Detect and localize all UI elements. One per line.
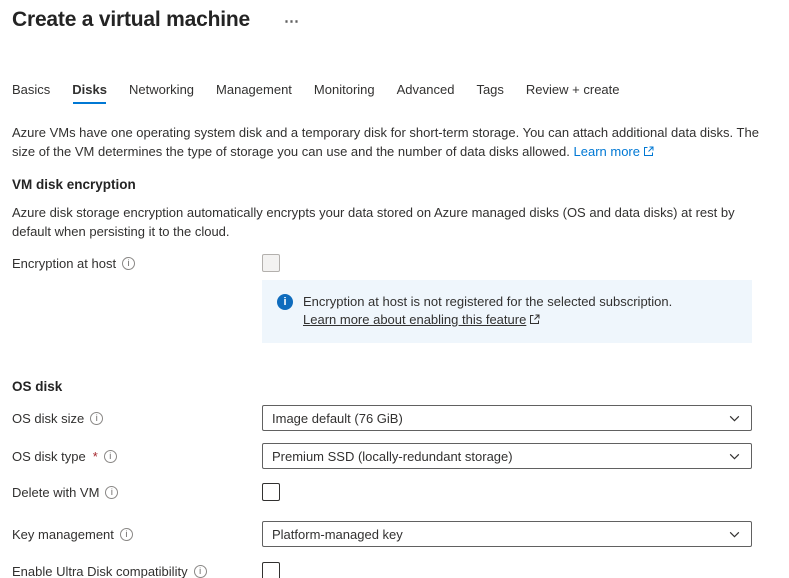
tab-management[interactable]: Management [216, 82, 292, 104]
os-disk-type-control: Premium SSD (locally-redundant storage) [262, 443, 752, 469]
disks-intro-text: Azure VMs have one operating system disk… [12, 123, 764, 161]
encryption-at-host-checkbox[interactable] [262, 254, 280, 272]
vm-disk-encryption-heading: VM disk encryption [12, 177, 789, 192]
key-management-value: Platform-managed key [272, 527, 403, 542]
ultra-disk-label: Enable Ultra Disk compatibility [12, 564, 188, 578]
external-link-icon [643, 146, 654, 157]
key-management-label: Key management [12, 527, 114, 542]
os-disk-rows: OS disk size i Image default (76 GiB) OS… [12, 405, 789, 578]
info-tooltip-icon[interactable]: i [105, 486, 118, 499]
os-disk-size-control: Image default (76 GiB) [262, 405, 752, 431]
tab-monitoring[interactable]: Monitoring [314, 82, 375, 104]
info-filled-icon: i [277, 294, 293, 310]
os-disk-size-row: OS disk size i Image default (76 GiB) [12, 405, 789, 431]
delete-with-vm-label: Delete with VM [12, 485, 99, 500]
tab-networking[interactable]: Networking [129, 82, 194, 104]
required-asterisk: * [93, 449, 98, 464]
os-disk-type-label: OS disk type [12, 449, 86, 464]
tab-tags[interactable]: Tags [476, 82, 503, 104]
chevron-down-icon [728, 450, 741, 463]
disks-form: Encryption at host i i Encryption at hos… [12, 254, 789, 578]
chevron-down-icon [728, 412, 741, 425]
info-tooltip-icon[interactable]: i [120, 528, 133, 541]
tab-basics[interactable]: Basics [12, 82, 50, 104]
ultra-disk-row: Enable Ultra Disk compatibility i [12, 562, 789, 578]
learn-more-link[interactable]: Learn more [574, 144, 654, 159]
encryption-at-host-row: Encryption at host i [12, 254, 789, 272]
os-disk-type-row: OS disk type * i Premium SSD (locally-re… [12, 443, 789, 469]
os-disk-size-dropdown[interactable]: Image default (76 GiB) [262, 405, 752, 431]
create-vm-page: Create a virtual machine ⋯ Basics Disks … [0, 0, 789, 578]
encryption-info-box: i Encryption at host is not registered f… [262, 280, 752, 343]
delete-with-vm-row: Delete with VM i [12, 483, 789, 501]
delete-with-vm-control [262, 483, 752, 501]
more-actions-button[interactable]: ⋯ [282, 12, 301, 29]
info-box-learn-more-link[interactable]: Learn more about enabling this feature [303, 312, 526, 327]
key-management-label-group: Key management i [12, 527, 262, 542]
info-tooltip-icon[interactable]: i [104, 450, 117, 463]
info-box-message: Encryption at host is not registered for… [303, 294, 672, 309]
tab-advanced[interactable]: Advanced [397, 82, 455, 104]
key-management-control: Platform-managed key [262, 521, 752, 547]
tab-bar: Basics Disks Networking Management Monit… [12, 82, 789, 104]
ultra-disk-checkbox[interactable] [262, 562, 280, 578]
encryption-at-host-label: Encryption at host [12, 256, 116, 271]
chevron-down-icon [728, 528, 741, 541]
ultra-disk-control [262, 562, 752, 578]
os-disk-type-dropdown[interactable]: Premium SSD (locally-redundant storage) [262, 443, 752, 469]
tab-disks[interactable]: Disks [72, 82, 107, 104]
encryption-at-host-control [262, 254, 752, 272]
ultra-disk-label-group: Enable Ultra Disk compatibility i [12, 564, 262, 578]
external-link-icon [529, 314, 540, 325]
os-disk-type-value: Premium SSD (locally-redundant storage) [272, 449, 513, 464]
info-tooltip-icon[interactable]: i [194, 565, 207, 578]
info-box-content: Encryption at host is not registered for… [303, 293, 672, 329]
os-disk-type-label-group: OS disk type * i [12, 449, 262, 464]
encryption-at-host-label-group: Encryption at host i [12, 256, 262, 271]
vm-disk-encryption-description: Azure disk storage encryption automatica… [12, 203, 750, 241]
info-tooltip-icon[interactable]: i [122, 257, 135, 270]
info-tooltip-icon[interactable]: i [90, 412, 103, 425]
key-management-row: Key management i Platform-managed key [12, 521, 789, 547]
page-title: Create a virtual machine [12, 8, 250, 32]
os-disk-size-value: Image default (76 GiB) [272, 411, 403, 426]
delete-with-vm-checkbox[interactable] [262, 483, 280, 501]
os-disk-size-label: OS disk size [12, 411, 84, 426]
tab-review-create[interactable]: Review + create [526, 82, 620, 104]
page-header: Create a virtual machine ⋯ [12, 8, 789, 32]
os-disk-size-label-group: OS disk size i [12, 411, 262, 426]
os-disk-heading: OS disk [12, 379, 789, 394]
delete-with-vm-label-group: Delete with VM i [12, 485, 262, 500]
key-management-dropdown[interactable]: Platform-managed key [262, 521, 752, 547]
